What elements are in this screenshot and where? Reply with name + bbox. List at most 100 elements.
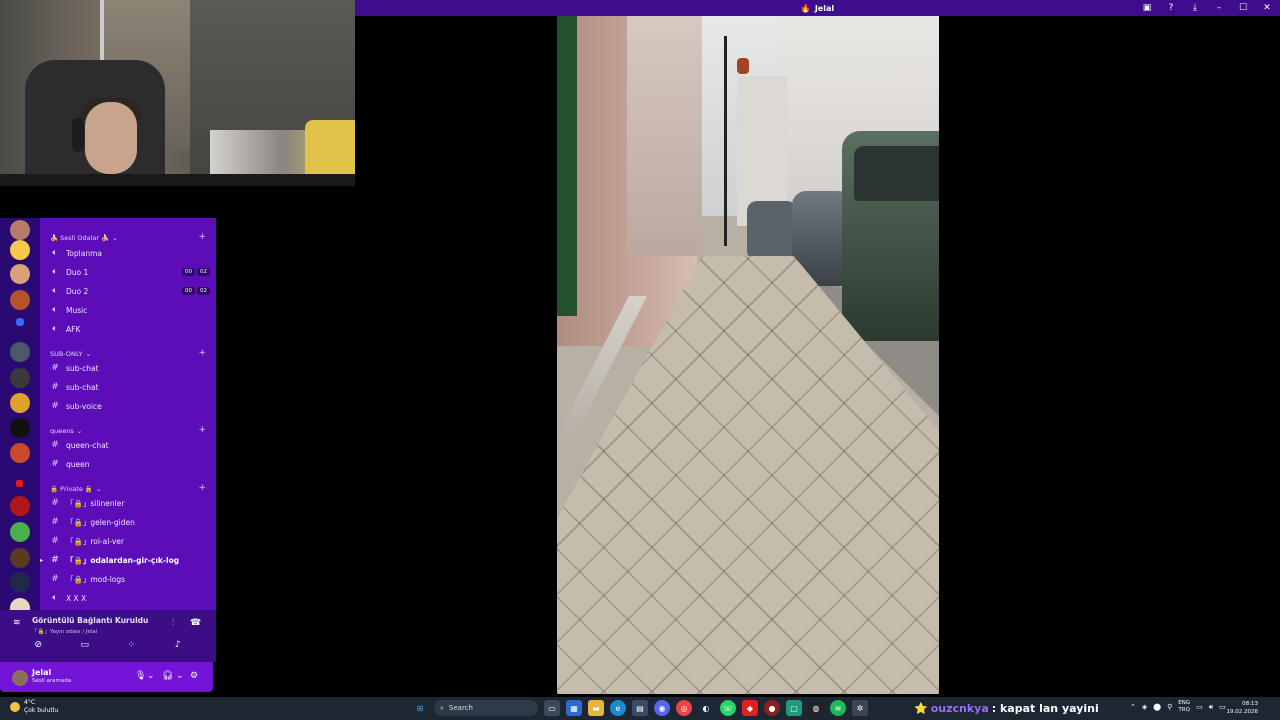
avatar[interactable] xyxy=(12,670,28,686)
tray-usb-icon[interactable]: ⚲ xyxy=(1167,703,1172,711)
server-icon[interactable] xyxy=(10,522,30,542)
channel-toplanma[interactable]: 🔈︎ Toplanma xyxy=(50,245,210,261)
add-channel-icon[interactable]: + xyxy=(198,232,206,242)
chrome-icon[interactable]: ◎ xyxy=(676,700,692,716)
channel-duo-2[interactable]: 🔈︎ Duo 2 00 02 xyxy=(50,283,210,299)
channel-rol-al-ver[interactable]: # 「🔒」rol-al-ver xyxy=(50,533,210,549)
language-indicator[interactable]: ENG TRQ xyxy=(1178,700,1190,714)
server-icon[interactable] xyxy=(10,572,30,592)
add-channel-icon[interactable]: + xyxy=(198,348,206,358)
edge-icon[interactable]: e xyxy=(610,700,626,716)
screen-share-icon[interactable]: ▭ xyxy=(75,640,95,654)
chevron-down-icon[interactable]: ⌄ xyxy=(176,671,184,681)
discord-icon[interactable]: ◉ xyxy=(654,700,670,716)
chevron-down-icon: ⌄ xyxy=(95,485,102,493)
hash-icon: # xyxy=(51,382,59,392)
camera-off-icon[interactable]: ⊘ xyxy=(28,640,48,654)
maximize-icon[interactable]: ☐ xyxy=(1238,3,1248,13)
server-icon[interactable] xyxy=(10,290,30,310)
channel-sub-chat-2[interactable]: # sub-chat xyxy=(50,379,210,395)
signal-icon[interactable]: ≋ xyxy=(13,618,21,628)
network-icon[interactable]: ▭ xyxy=(1196,703,1203,711)
live-indicator-icon xyxy=(16,480,23,487)
download-icon[interactable]: ⤓ xyxy=(1190,3,1200,13)
window-title: 🔥 Jelal xyxy=(801,4,834,13)
server-icon[interactable] xyxy=(10,496,30,516)
channel-duo-1[interactable]: 🔈︎ Duo 1 00 02 xyxy=(50,264,210,280)
channel-afk[interactable]: 🔈︎ AFK xyxy=(50,321,210,337)
headphones-icon[interactable]: 🎧︎ xyxy=(162,671,173,681)
chevron-down-icon[interactable]: ⌄ xyxy=(147,671,155,681)
add-channel-icon[interactable]: + xyxy=(198,483,206,493)
hash-icon: # xyxy=(51,517,59,527)
activities-icon[interactable]: ⁘ xyxy=(121,640,141,654)
steam-icon[interactable]: ◐ xyxy=(698,700,714,716)
channel-mod-logs[interactable]: # 「🔒」mod-logs xyxy=(50,571,210,587)
stream-video[interactable] xyxy=(557,16,939,694)
inbox-icon[interactable]: ▣ xyxy=(1142,3,1152,13)
file-explorer-icon[interactable]: ▬ xyxy=(588,700,604,716)
help-icon[interactable]: ? xyxy=(1166,3,1176,13)
channel-odalardan-gir-cik-log[interactable]: ▸ # 「🔒」odalardan-gir-çık-log xyxy=(40,552,210,568)
hash-icon: # xyxy=(51,498,59,508)
server-icon[interactable] xyxy=(10,342,30,362)
obs-icon[interactable]: ● xyxy=(764,700,780,716)
language-top: ENG xyxy=(1178,700,1191,706)
weather-icon xyxy=(10,702,20,712)
channel-queen[interactable]: # queen xyxy=(50,456,210,472)
server-icon[interactable] xyxy=(10,443,30,463)
disconnect-icon[interactable]: ☎ xyxy=(190,618,201,628)
user-name[interactable]: Jelal xyxy=(32,668,51,677)
minimize-icon[interactable]: – xyxy=(1214,3,1224,13)
whatsapp-icon[interactable]: ☏ xyxy=(720,700,736,716)
clock[interactable]: 08:13 19.02.2026 xyxy=(1227,700,1259,716)
task-view-icon[interactable]: ▭ xyxy=(544,700,560,716)
noise-suppression-icon[interactable]: ⫶ xyxy=(172,618,174,628)
battery-icon[interactable]: ▭ xyxy=(1219,703,1226,711)
server-icon[interactable] xyxy=(10,220,30,240)
weather-widget[interactable]: 4°C Çok bulutlu xyxy=(10,699,58,715)
webcam-headset xyxy=(72,118,84,152)
app-green-icon[interactable]: ▢ xyxy=(786,700,802,716)
app-red-icon[interactable]: ◆ xyxy=(742,700,758,716)
speaker-icon: 🔈︎ xyxy=(52,324,58,334)
tray-app-icon[interactable]: ◈ xyxy=(1142,703,1147,711)
add-channel-icon[interactable]: + xyxy=(198,425,206,435)
channel-music[interactable]: 🔈︎ Music xyxy=(50,302,210,318)
screen: 🔥 Jelal ▣ ? ⤓ – ☐ ✕ 🍌 Sesli Odalar 🍌 ⌄ +… xyxy=(0,0,1280,720)
gear-icon[interactable]: ⚙ xyxy=(190,671,198,681)
windows-start-icon[interactable]: ⊞ xyxy=(412,700,428,716)
category-sub-only[interactable]: SUB-ONLY ⌄ xyxy=(50,350,91,358)
soundboard-icon[interactable]: ♪ xyxy=(168,640,188,654)
category-voice-rooms[interactable]: 🍌 Sesli Odalar 🍌 ⌄ xyxy=(50,234,118,242)
channel-sub-chat[interactable]: # sub-chat xyxy=(50,360,210,376)
server-icon[interactable] xyxy=(10,240,30,260)
folder-icon[interactable] xyxy=(16,318,24,326)
spotify-icon[interactable]: ≋ xyxy=(830,700,846,716)
app-gear-icon[interactable]: ✲ xyxy=(852,700,868,716)
voice-channel-name[interactable]: 「🔒」Yayın odası / Jelal xyxy=(32,627,97,635)
channel-queen-chat[interactable]: # queen-chat xyxy=(50,437,210,453)
server-icon[interactable] xyxy=(10,393,30,413)
app-dark-icon[interactable]: ◍ xyxy=(808,700,824,716)
close-icon[interactable]: ✕ xyxy=(1262,3,1272,13)
tray-app-icon[interactable]: ⬤ xyxy=(1153,703,1161,711)
category-queens[interactable]: queens ⌄ xyxy=(50,427,82,435)
channel-silinenler[interactable]: # 「🔒」silinenler xyxy=(50,495,210,511)
server-icon[interactable] xyxy=(10,548,30,568)
store-icon[interactable]: ▤ xyxy=(632,700,648,716)
chevron-up-icon[interactable]: ⌃ xyxy=(1130,703,1136,711)
server-icon[interactable] xyxy=(10,598,30,610)
widgets-icon[interactable]: ▦ xyxy=(566,700,582,716)
server-icon[interactable] xyxy=(10,368,30,388)
server-icon[interactable] xyxy=(10,418,30,438)
channel-gelen-giden[interactable]: # 「🔒」gelen-giden xyxy=(50,514,210,530)
volume-icon[interactable]: 🔊︎ xyxy=(1209,703,1213,712)
category-private[interactable]: 🔒 Private 🔒 ⌄ xyxy=(50,485,101,493)
server-icon[interactable] xyxy=(10,264,30,284)
microphone-icon[interactable]: 🎙︎ xyxy=(135,671,146,681)
taskbar-search[interactable]: ⌕ Search xyxy=(434,700,538,716)
channel-sub-voice[interactable]: # sub-voice xyxy=(50,398,210,414)
channel-xxx[interactable]: 🔈︎ X X X xyxy=(50,590,210,606)
webcam-overlay xyxy=(0,0,355,186)
